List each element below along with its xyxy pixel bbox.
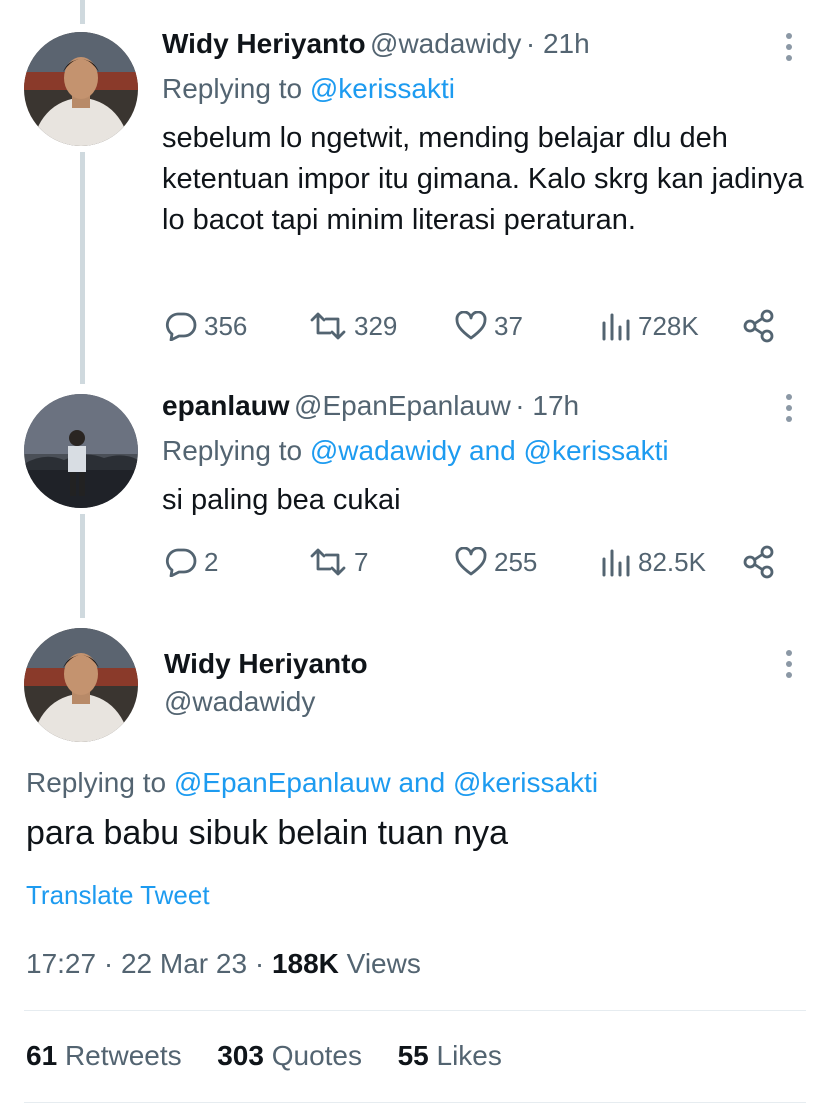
engagement-stats: 61 Retweets 303 Quotes 55 Likes	[26, 1040, 502, 1072]
more-vertical-icon[interactable]	[784, 394, 794, 427]
views-button[interactable]: 728K	[600, 306, 699, 346]
profile-photo	[24, 628, 138, 742]
share-icon	[743, 309, 774, 343]
bar-chart-icon	[602, 313, 630, 341]
reply-target-link[interactable]: @EpanEpanlauw and @kerissakti	[174, 767, 598, 798]
retweet-button[interactable]: 7	[308, 542, 368, 582]
reply-button[interactable]: 2	[164, 542, 218, 582]
speech-bubble-icon	[165, 548, 197, 577]
heart-icon	[455, 311, 487, 340]
profile-photo	[24, 394, 138, 508]
divider	[24, 1102, 806, 1103]
bar-chart-icon	[602, 549, 630, 577]
avatar[interactable]	[24, 394, 138, 508]
likes-stat[interactable]: 55 Likes	[398, 1040, 502, 1071]
share-button[interactable]	[742, 542, 782, 582]
retweet-arrows-icon	[310, 312, 346, 340]
tweet-time[interactable]: · 17h	[515, 390, 579, 421]
author-name[interactable]: Widy Heriyanto	[164, 648, 368, 680]
thread-line-1	[80, 152, 85, 384]
more-vertical-icon[interactable]	[784, 650, 794, 683]
tweet-text: si paling bea cukai	[162, 484, 401, 516]
author-name[interactable]: epanlauw	[162, 390, 290, 421]
tweet-meta: 17:27 · 22 Mar 23 · 188K Views	[26, 948, 421, 979]
thread-line-2	[80, 514, 85, 618]
speech-bubble-icon	[165, 312, 197, 341]
tweet-date[interactable]: 22 Mar 23	[121, 948, 247, 979]
reply-target-link[interactable]: @kerissakti	[310, 73, 455, 104]
like-button[interactable]: 37	[454, 306, 523, 346]
tweet-text: para babu sibuk belain tuan nya	[26, 814, 509, 852]
quotes-stat[interactable]: 303 Quotes	[217, 1040, 362, 1071]
heart-icon	[455, 547, 487, 576]
retweet-button[interactable]: 329	[308, 306, 397, 346]
share-icon	[743, 545, 774, 579]
reply-button[interactable]: 356	[164, 306, 247, 346]
author-handle[interactable]: @wadawidy	[164, 686, 315, 718]
replying-to: Replying to @kerissakti	[162, 73, 455, 104]
reply-target-link[interactable]: @wadawidy and @kerissakti	[310, 435, 669, 466]
avatar[interactable]	[24, 32, 138, 146]
tweet-text: sebelum lo ngetwit, mending belajar dlu …	[162, 122, 804, 236]
share-button[interactable]	[742, 306, 782, 346]
views-count: 188K	[271, 948, 339, 979]
replying-to: Replying to @wadawidy and @kerissakti	[162, 435, 669, 466]
author-handle[interactable]: @EpanEpanlauw	[294, 390, 511, 421]
replying-to: Replying to @EpanEpanlauw and @kerissakt…	[26, 767, 599, 798]
thread-line-top	[80, 0, 85, 24]
views-button[interactable]: 82.5K	[600, 542, 706, 582]
author-name[interactable]: Widy Heriyanto	[162, 28, 366, 59]
avatar[interactable]	[24, 628, 138, 742]
author-handle[interactable]: @wadawidy	[370, 28, 521, 59]
translate-tweet-link[interactable]: Translate Tweet	[26, 880, 210, 911]
more-vertical-icon[interactable]	[784, 33, 794, 66]
tweet-time[interactable]: 17:27	[26, 948, 96, 979]
tweet-time[interactable]: · 21h	[526, 28, 590, 59]
like-button[interactable]: 255	[454, 542, 537, 582]
divider	[24, 1010, 806, 1011]
views-label: Views	[346, 948, 421, 979]
retweets-stat[interactable]: 61 Retweets	[26, 1040, 182, 1071]
retweet-arrows-icon	[310, 548, 346, 576]
profile-photo	[24, 32, 138, 146]
